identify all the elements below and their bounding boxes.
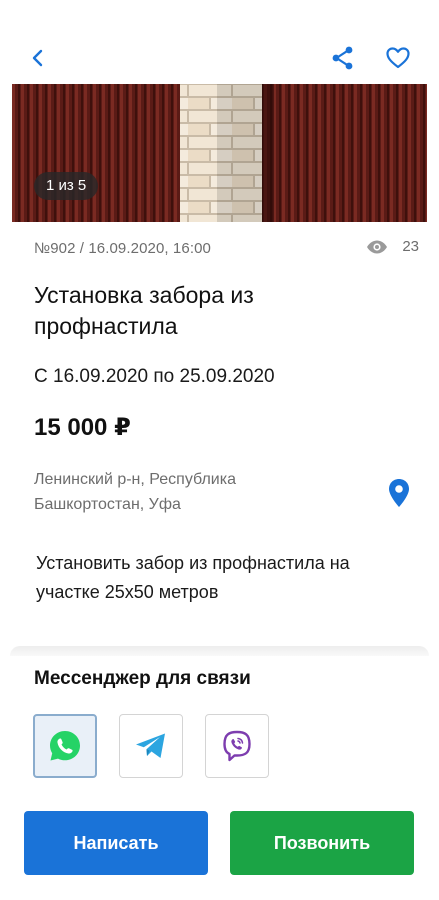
telegram-icon — [136, 733, 165, 758]
favorite-button[interactable] — [378, 38, 418, 78]
telegram-button[interactable] — [119, 714, 183, 778]
share-button[interactable] — [323, 38, 363, 78]
photo-gallery[interactable]: 1 из 5 — [12, 84, 427, 222]
map-pin-button[interactable] — [386, 478, 412, 508]
share-icon — [332, 46, 353, 70]
listing-title: Установка забора из профнастила — [34, 282, 254, 339]
whatsapp-button[interactable] — [33, 714, 97, 778]
listing-price: 15 000 ₽ — [34, 414, 131, 441]
map-pin-icon — [389, 479, 409, 507]
top-bar — [0, 0, 439, 84]
call-button[interactable]: Позвонить — [230, 811, 414, 875]
views-counter: 23 — [366, 238, 419, 255]
listing-address: Ленинский р-н, Республика Башкортостан, … — [34, 471, 236, 513]
viber-button[interactable] — [205, 714, 269, 778]
listing-dates: С 16.09.2020 по 25.09.2020 — [34, 366, 275, 387]
section-divider — [10, 646, 429, 656]
chevron-left-icon — [32, 49, 43, 67]
listing-description: Установить забор из профнастила на участ… — [36, 553, 350, 602]
back-button[interactable] — [18, 38, 58, 78]
photo-counter: 1 из 5 — [34, 172, 99, 200]
heart-outline-icon — [386, 47, 410, 69]
eye-icon — [367, 240, 388, 253]
viber-icon — [223, 730, 251, 762]
views-count: 23 — [402, 238, 419, 255]
whatsapp-icon — [50, 731, 80, 761]
listing-photo — [12, 84, 427, 222]
write-message-button[interactable]: Написать — [24, 811, 208, 875]
messenger-section-title: Мессенджер для связи — [34, 668, 251, 689]
listing-meta: №902 / 16.09.2020, 16:00 — [34, 240, 211, 257]
